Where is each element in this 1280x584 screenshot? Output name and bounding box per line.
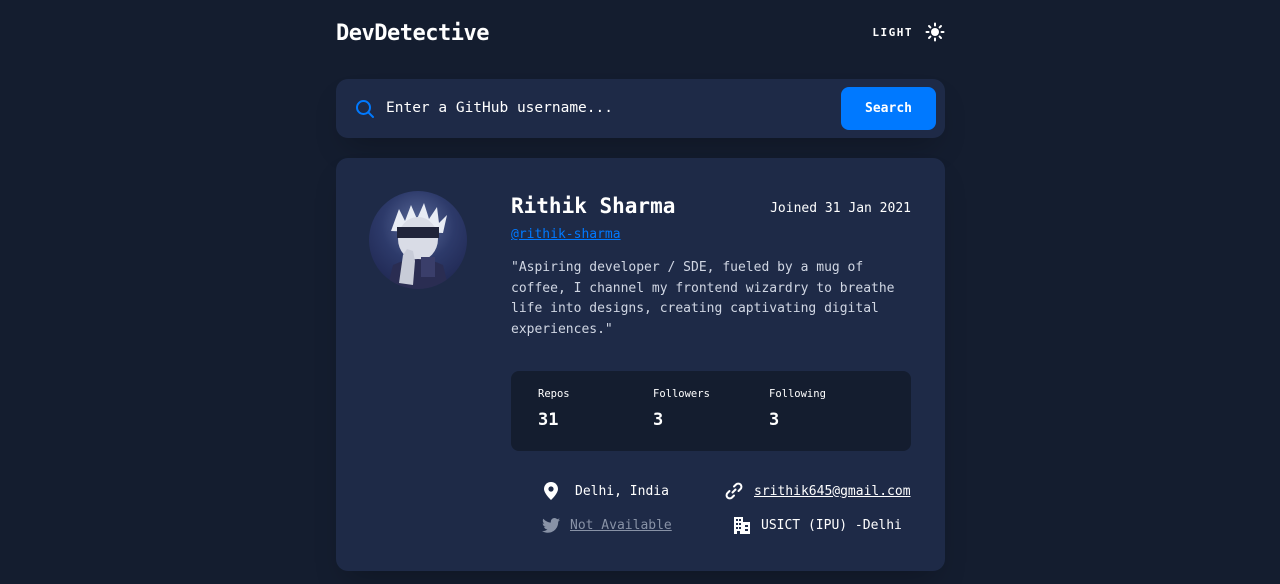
search-bar: Search <box>336 79 945 138</box>
website-info: srithik645@gmail.com <box>724 481 911 501</box>
app-container: DevDetective LIGHT Enter a GitHub userna… <box>336 0 945 571</box>
twitter-text: Not Available <box>570 517 672 533</box>
company-info: USICT (IPU) -Delhi <box>732 515 902 535</box>
search-icon <box>355 99 375 119</box>
search-button[interactable]: Search <box>841 87 936 130</box>
twitter-info: Not Available <box>541 515 672 535</box>
link-icon <box>724 481 744 501</box>
profile-card: Rithik Sharma Joined 31 Jan 2021 @rithik… <box>336 158 945 571</box>
theme-toggle[interactable]: LIGHT <box>872 22 945 42</box>
building-icon <box>732 515 752 535</box>
stat-following: Following 3 <box>769 388 826 430</box>
avatar <box>369 191 467 289</box>
company-text: USICT (IPU) -Delhi <box>761 517 902 533</box>
stats-panel: Repos 31 Followers 3 Following 3 <box>511 371 911 451</box>
profile-name: Rithik Sharma <box>511 194 676 218</box>
profile-handle-link[interactable]: @rithik-sharma <box>511 227 621 242</box>
location-text: Delhi, India <box>575 483 669 499</box>
location-info: Delhi, India <box>541 481 669 501</box>
website-link[interactable]: srithik645@gmail.com <box>754 484 911 499</box>
location-pin-icon <box>541 481 561 501</box>
twitter-icon <box>541 515 561 535</box>
stat-following-label: Following <box>769 388 826 400</box>
joined-date: Joined 31 Jan 2021 <box>770 201 911 216</box>
stat-repos: Repos 31 <box>538 388 570 430</box>
stat-followers: Followers 3 <box>653 388 710 430</box>
stat-repos-value: 31 <box>538 410 559 430</box>
profile-bio: "Aspiring developer / SDE, fueled by a m… <box>511 260 895 338</box>
header: DevDetective LIGHT <box>336 0 945 66</box>
sun-icon <box>925 22 945 42</box>
stat-repos-label: Repos <box>538 388 570 400</box>
theme-toggle-label: LIGHT <box>872 25 913 39</box>
stat-followers-value: 3 <box>653 410 664 430</box>
search-input[interactable] <box>386 93 826 123</box>
app-logo: DevDetective <box>336 20 489 46</box>
stat-followers-label: Followers <box>653 388 710 400</box>
stat-following-value: 3 <box>769 410 780 430</box>
